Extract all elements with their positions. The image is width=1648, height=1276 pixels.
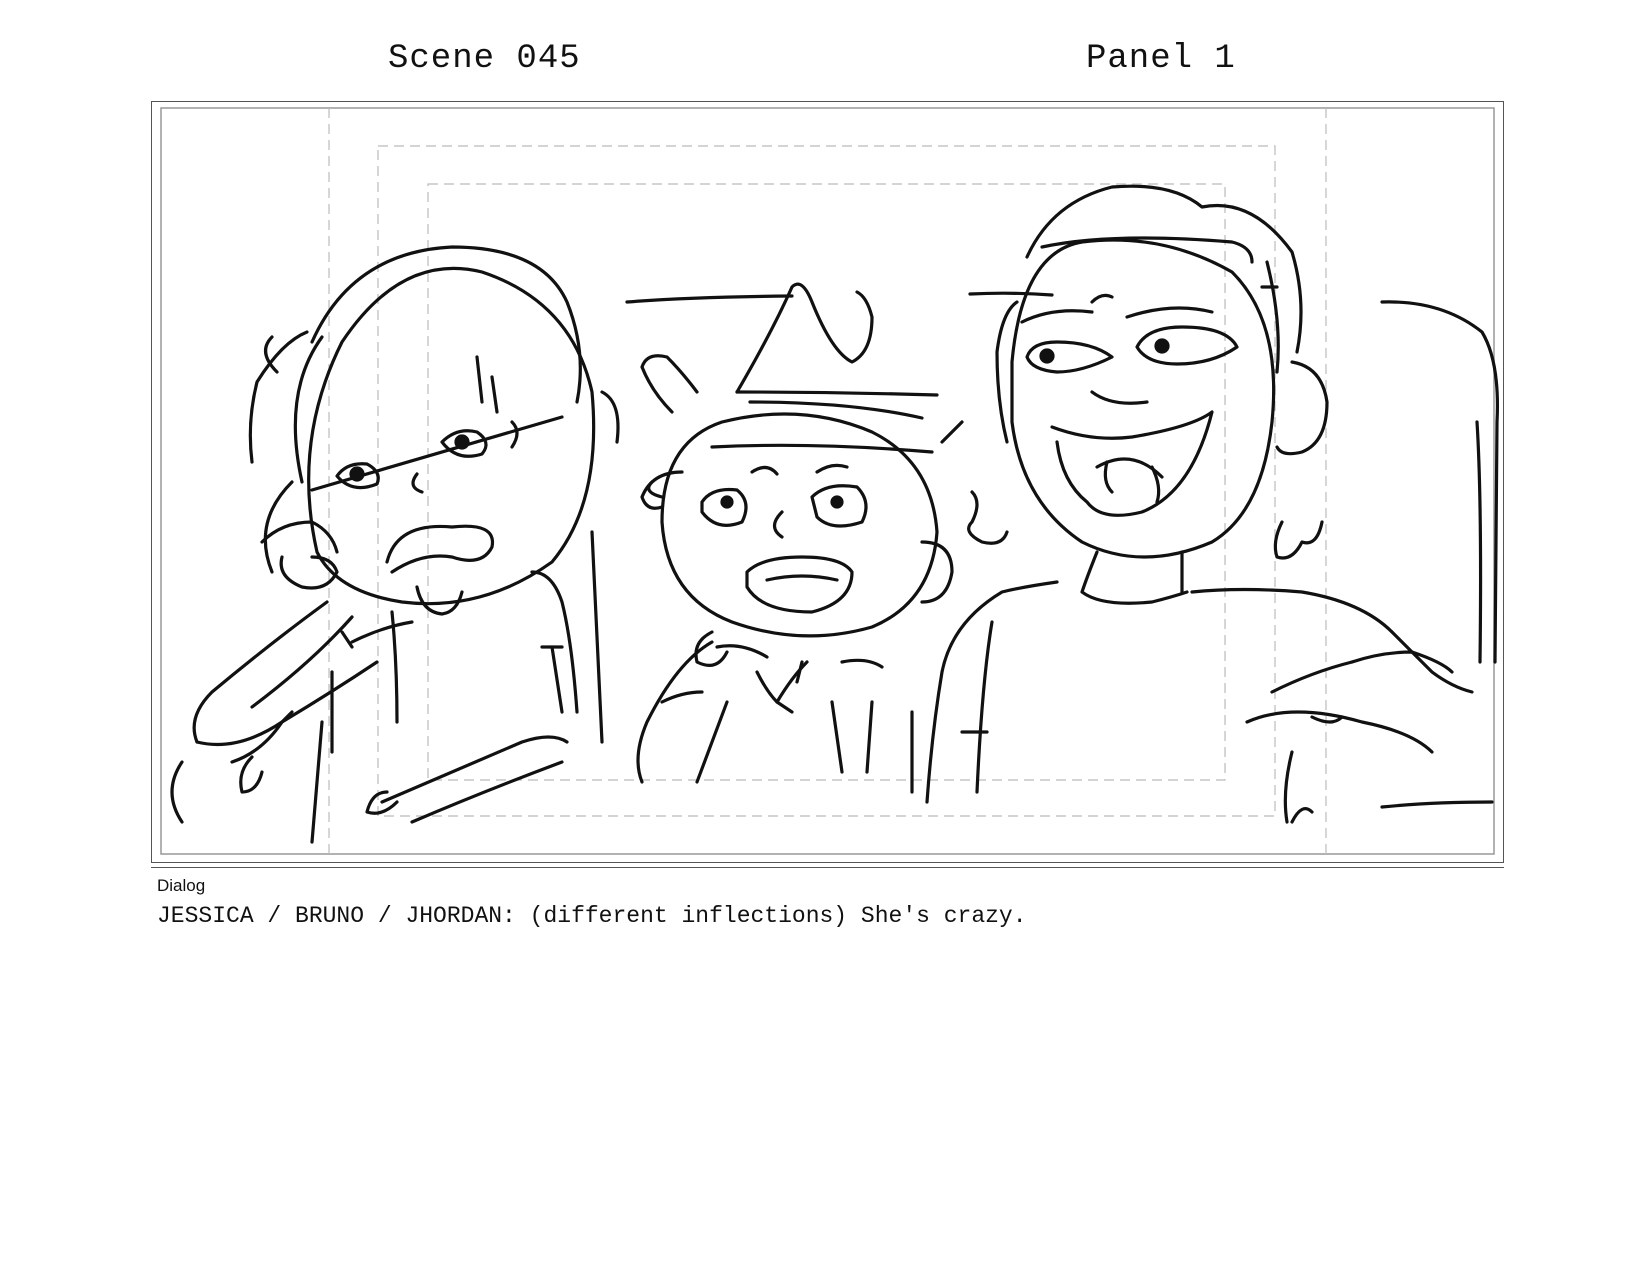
scene-number: Scene 045: [388, 40, 581, 78]
right-char-mouth: [1050, 410, 1214, 517]
safe-area-guides: [328, 108, 1327, 854]
panel-number: Panel 1: [1086, 40, 1236, 78]
left-char-mouth: [385, 524, 495, 574]
middle-char-mouth: [745, 555, 854, 614]
panel-inner-border: [160, 107, 1495, 855]
dialog-heading: Dialog: [157, 876, 206, 895]
dialog-divider: [151, 867, 1504, 868]
middle-char-head: [660, 412, 939, 638]
right-char-eye-right: [1135, 325, 1239, 366]
right-char-head: [1010, 238, 1276, 559]
storyboard-panel-frame: [151, 101, 1504, 863]
sketch-lines: [170, 184, 1499, 844]
middle-char-hat: [735, 282, 874, 394]
storyboard-sketch: [160, 107, 1499, 855]
dialog-text: JESSICA / BRUNO / JHORDAN: (different in…: [157, 903, 1027, 929]
